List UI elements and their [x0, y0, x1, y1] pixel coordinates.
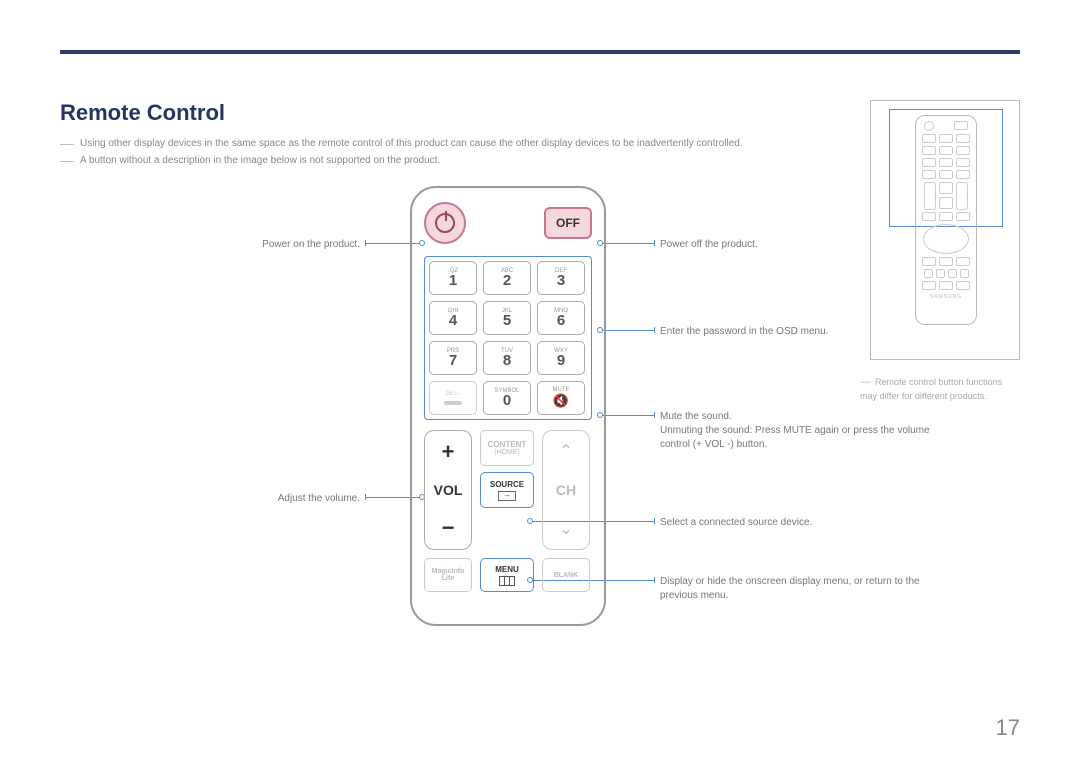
note-text: A button without a description in the im…: [80, 155, 440, 166]
volume-rocker: + VOL −: [424, 430, 472, 550]
channel-rocker: ⌃ CH ⌄: [542, 430, 590, 550]
menu-icon: [499, 576, 515, 586]
number-pad-highlight: .QZ1 ABC2 DEF3 GHI4 JKL5 MNO6 PRS7 TUV8 …: [424, 256, 592, 420]
dash-icon: ―: [60, 155, 74, 165]
callout-source: Select a connected source device.: [660, 516, 960, 530]
ch-label: CH: [556, 482, 576, 498]
leader-tick: [365, 240, 366, 246]
leader-line: [600, 415, 655, 416]
note-text: Using other display devices in the same …: [80, 138, 743, 149]
key-7: PRS7: [429, 341, 477, 375]
callout-mute: Mute the sound. Unmuting the sound: Pres…: [660, 410, 960, 452]
callout-power-on: Power on the product.: [160, 238, 360, 252]
key-1: .QZ1: [429, 261, 477, 295]
leader-line: [600, 330, 655, 331]
menu-button: MENU: [480, 558, 534, 592]
dash-icon: ―: [860, 376, 871, 388]
leader-tick: [365, 494, 366, 500]
key-mute: MUTE🔇: [537, 381, 585, 415]
brand-logo: SAMSUNG: [921, 294, 971, 300]
leader-tick: [654, 240, 655, 246]
key-2: ABC2: [483, 261, 531, 295]
volume-down-icon: −: [442, 515, 455, 541]
key-4: GHI4: [429, 301, 477, 335]
leader-tick: [654, 327, 655, 333]
magicinfo-button: MagicInfo Lite: [424, 558, 472, 592]
top-rule: [60, 50, 1020, 54]
power-icon: [435, 213, 455, 233]
source-icon: [498, 491, 516, 501]
callout-mute-line1: Mute the sound.: [660, 410, 960, 424]
dash-icon: ―: [60, 138, 74, 148]
leader-line: [600, 243, 655, 244]
blank-button: BLANK: [542, 558, 590, 592]
leader-tick: [654, 412, 655, 418]
key-8: TUV8: [483, 341, 531, 375]
leader-tick: [654, 577, 655, 583]
remote-body: OFF .QZ1 ABC2 DEF3 GHI4 JKL5 MNO6 PRS7 T…: [410, 186, 606, 626]
key-3: DEF3: [537, 261, 585, 295]
page: Remote Control ― Using other display dev…: [0, 0, 1080, 763]
power-on-button: [424, 202, 466, 244]
page-number: 17: [996, 715, 1020, 741]
key-6: MNO6: [537, 301, 585, 335]
mini-remote-frame: SAMSUNG: [870, 100, 1020, 360]
chevron-down-icon: ⌄: [559, 519, 572, 539]
key-5: JKL5: [483, 301, 531, 335]
side-note: ―Remote control button functions may dif…: [860, 375, 1020, 403]
key-9: WXY9: [537, 341, 585, 375]
content-home-button: CONTENT (HOME): [480, 430, 534, 466]
power-off-button: OFF: [544, 207, 592, 239]
mini-remote: SAMSUNG: [915, 115, 977, 325]
key-del: DEL/-: [429, 381, 477, 415]
leader-tick: [654, 518, 655, 524]
callout-volume: Adjust the volume.: [160, 492, 360, 506]
mute-icon: 🔇: [553, 393, 569, 409]
volume-up-icon: +: [442, 439, 455, 465]
callout-mute-line2: Unmuting the sound: Press MUTE again or …: [660, 424, 960, 452]
vol-label: VOL: [434, 482, 463, 498]
key-0: SYMBOL0: [483, 381, 531, 415]
chevron-up-icon: ⌃: [559, 441, 572, 461]
source-button: SOURCE: [480, 472, 534, 508]
callout-menu: Display or hide the onscreen display men…: [660, 575, 960, 603]
